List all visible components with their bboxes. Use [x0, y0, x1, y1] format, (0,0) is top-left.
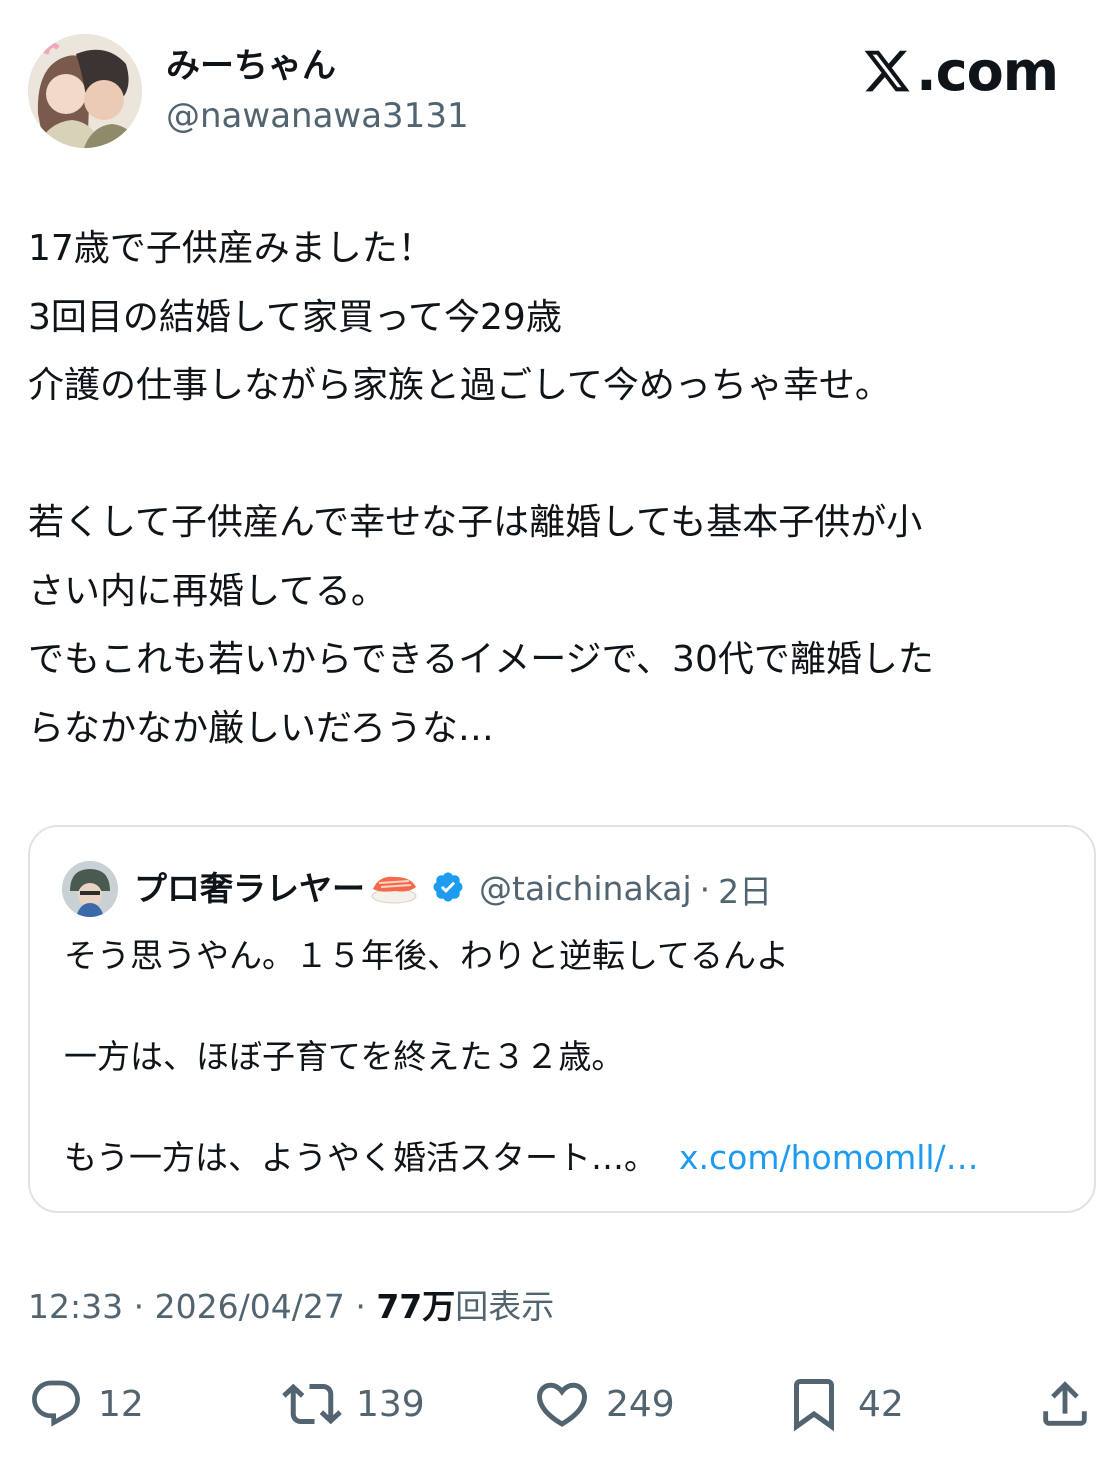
quoted-time[interactable]: 2日	[718, 865, 772, 913]
post-time[interactable]: 12:33	[28, 1287, 123, 1326]
tweet-line: でもこれも若いからできるイメージで、30代で離婚した	[28, 639, 934, 680]
author-handle[interactable]: @nawanawa3131	[166, 94, 469, 138]
bookmark-count: 42	[858, 1383, 904, 1425]
quoted-line: 一方は、ほぼ子育てを終えた３２歳。	[64, 1037, 625, 1076]
repost-icon	[282, 1383, 342, 1425]
like-count: 249	[606, 1383, 675, 1425]
like-button[interactable]: 249	[532, 1374, 675, 1434]
quoted-author-avatar[interactable]	[62, 861, 118, 917]
verified-badge-icon	[431, 870, 465, 908]
tweet-line: 若くして子供産んで幸せな子は離婚しても基本子供が小	[28, 502, 923, 543]
quoted-line-with-link: もう一方は、ようやく婚活スタート…。 x.com/homomll/…	[64, 1133, 979, 1183]
quoted-tweet-card[interactable]: プロ奢ラレヤー @taichinakaj · 2日 そう思うやん。１５年後、わり…	[28, 825, 1096, 1213]
repost-button[interactable]: 139	[282, 1374, 425, 1434]
x-logo-text: .com	[916, 39, 1059, 103]
action-bar: 12 139 249 42	[28, 1374, 1087, 1434]
quoted-author-display-name[interactable]: プロ奢ラレヤー	[134, 861, 365, 917]
reply-icon	[32, 1380, 80, 1427]
bookmark-icon	[794, 1379, 834, 1432]
x-icon	[864, 50, 910, 92]
quoted-tweet-header: プロ奢ラレヤー @taichinakaj · 2日	[62, 861, 772, 917]
quoted-line: そう思うやん。１５年後、わりと逆転してるんよ	[64, 936, 790, 975]
tweet-line: 17歳で子供産みました！	[28, 228, 434, 269]
tweet-text: 17歳で子供産みました！ 3回目の結婚して家買って今29歳 介護の仕事しながら家…	[28, 215, 1088, 763]
bookmark-button[interactable]: 42	[784, 1374, 904, 1434]
reply-count: 12	[98, 1383, 144, 1425]
quoted-blank-line	[64, 1082, 979, 1133]
quoted-tweet-text: そう思うやん。１５年後、わりと逆転してるんよ 一方は、ほぼ子育てを終えた３２歳。…	[64, 931, 979, 1183]
quoted-author-handle[interactable]: @taichinakaj	[479, 861, 692, 917]
views-count: 77万	[376, 1287, 456, 1326]
tweet-meta: 12:33 · 2026/04/27 · 77万回表示	[28, 1284, 554, 1330]
share-icon	[1043, 1381, 1087, 1426]
quoted-blank-line	[64, 981, 979, 1032]
tweet-header: みーちゃん @nawanawa3131 .com	[28, 34, 1068, 150]
author-display-name[interactable]: みーちゃん	[166, 44, 336, 88]
tweet-line: さい内に再婚してる。	[28, 570, 387, 612]
meta-separator: ·	[355, 1287, 366, 1326]
views-label: 回表示	[455, 1287, 555, 1326]
post-date[interactable]: 2026/04/27	[155, 1287, 345, 1326]
tweet-line: 介護の仕事しながら家族と過ごして今めっちゃ幸せ。	[28, 365, 891, 406]
meta-separator: ·	[133, 1287, 145, 1326]
reply-button[interactable]: 12	[28, 1374, 144, 1434]
quoted-line: もう一方は、ようやく婚活スタート…。	[64, 1138, 658, 1177]
heart-icon	[536, 1382, 588, 1427]
share-button[interactable]	[1036, 1374, 1094, 1434]
tweet-line: 3回目の結婚して家買って今29歳	[28, 296, 562, 338]
tweet-line: らなかなか厳しいだろうな…	[28, 707, 494, 749]
sushi-icon	[369, 869, 419, 909]
quoted-link[interactable]: x.com/homomll/…	[679, 1138, 979, 1177]
x-logo: .com	[862, 36, 1059, 106]
repost-count: 139	[356, 1383, 425, 1425]
quoted-separator: ·	[699, 869, 711, 909]
author-avatar[interactable]	[28, 34, 142, 148]
